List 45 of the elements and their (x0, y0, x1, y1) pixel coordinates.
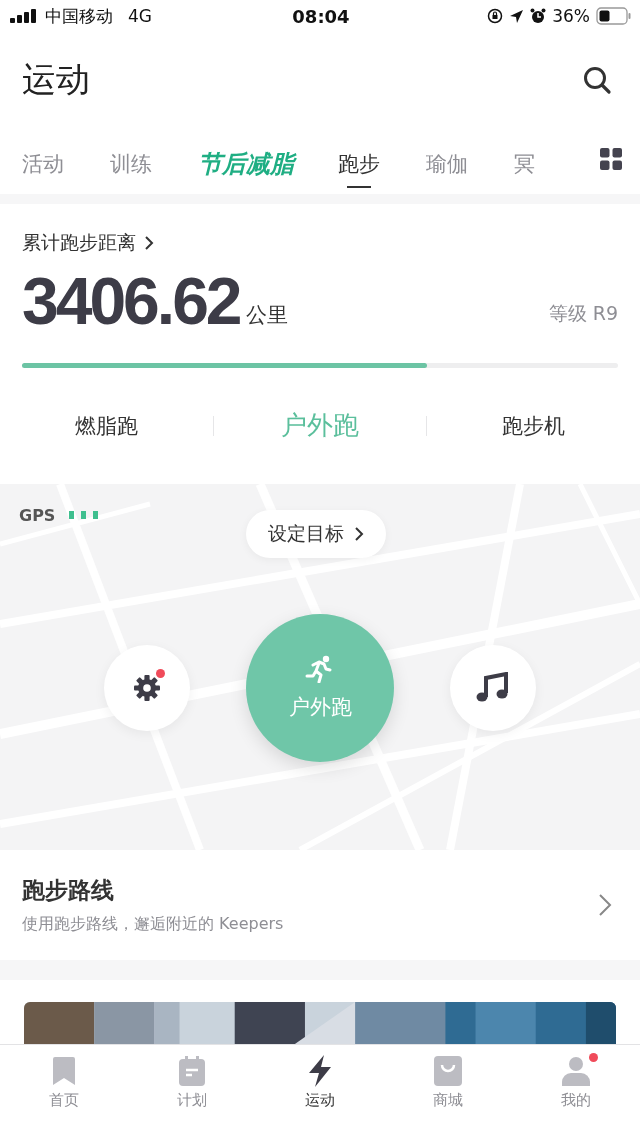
category-tab[interactable]: 训练 (110, 128, 152, 188)
music-note-icon (476, 671, 510, 704)
route-row[interactable]: 跑步路线 使用跑步路线，邂逅附近的 Keepers (0, 849, 640, 960)
battery-icon (596, 7, 632, 25)
nav-tab[interactable]: 我的 (512, 1044, 640, 1120)
nav-tab[interactable]: 运动 (256, 1044, 384, 1120)
shopping-bag-icon (434, 1055, 462, 1086)
page-title: 运动 (22, 58, 90, 101)
grade-label: 等级 R9 (548, 300, 618, 326)
gps-label: GPS (19, 505, 56, 525)
network-type: 4G (128, 6, 152, 26)
category-tab[interactable]: 活动 (22, 128, 64, 188)
chevron-right-icon (598, 892, 612, 917)
carrier-name: 中国移动 (45, 4, 113, 28)
route-subtitle: 使用跑步路线，邂逅附近的 Keepers (22, 913, 284, 935)
chevron-right-icon (354, 526, 364, 541)
category-tab[interactable]: 冥 (514, 128, 535, 188)
calendar-icon (179, 1055, 205, 1086)
gps-signal-icon (69, 511, 100, 520)
person-icon (562, 1055, 590, 1086)
nav-tab[interactable]: 商城 (384, 1044, 512, 1120)
distance-link[interactable]: 累计跑步距离 (22, 230, 154, 256)
search-icon[interactable] (582, 65, 612, 95)
settings-icon (132, 672, 162, 703)
nav-tab[interactable]: 首页 (0, 1044, 128, 1120)
rotation-lock-icon (487, 8, 504, 24)
category-tab[interactable]: 瑜伽 (426, 128, 468, 188)
category-tab[interactable]: 跑步 (338, 128, 380, 188)
chevron-right-icon (144, 236, 154, 250)
signal-icon (10, 9, 38, 23)
distance-unit: 公里 (245, 301, 288, 329)
nav-tab[interactable]: 计划 (128, 1044, 256, 1120)
run-mode-tab[interactable]: 跑步机 (427, 401, 640, 450)
clock-time: 08:04 (292, 5, 350, 27)
location-arrow-icon (509, 8, 525, 24)
alarm-clock-icon (530, 8, 547, 24)
bookmark-icon (53, 1056, 75, 1085)
battery-percent: 36% (552, 6, 590, 26)
distance-value: 3406.62 (22, 270, 240, 333)
grid-menu-icon[interactable] (600, 148, 622, 170)
set-goal-button[interactable]: 设定目标 (246, 509, 386, 558)
route-title: 跑步路线 (22, 875, 115, 905)
lightning-bolt-icon (307, 1054, 333, 1087)
run-mode-tab[interactable]: 燃脂跑 (0, 401, 213, 450)
run-mode-tab[interactable]: 户外跑 (213, 398, 427, 454)
